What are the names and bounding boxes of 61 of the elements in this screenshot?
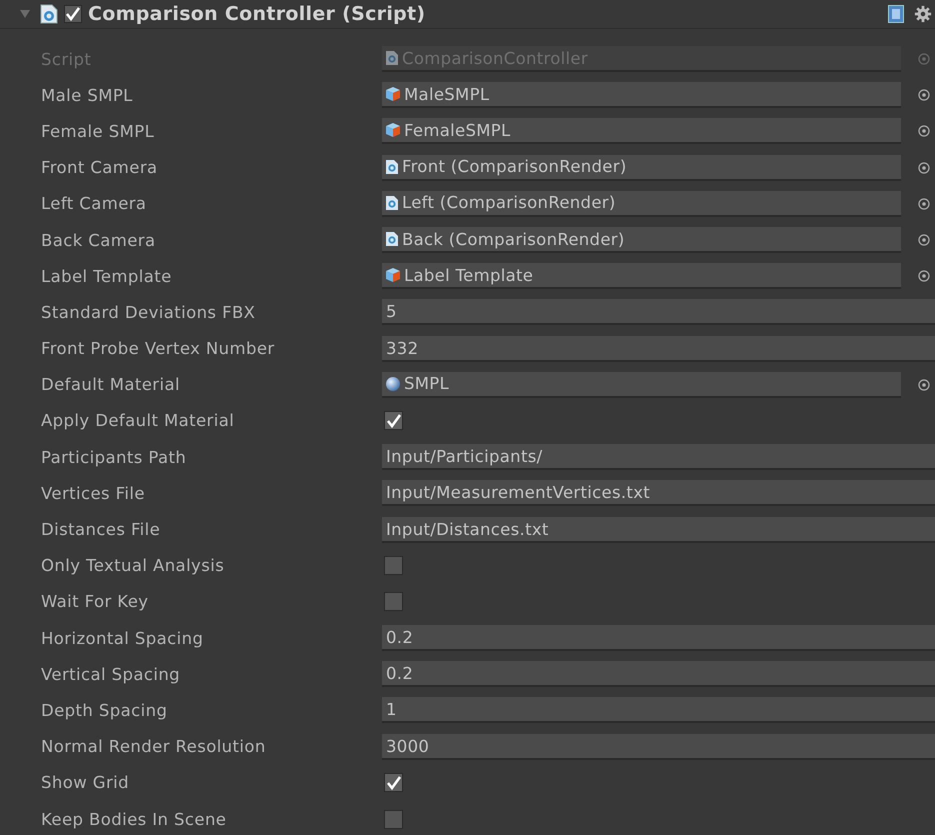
component-title: Comparison Controller (Script) bbox=[88, 3, 426, 25]
input-field[interactable]: Input/Participants/ bbox=[382, 444, 935, 470]
field-label: Apply Default Material bbox=[40, 411, 236, 430]
field-label: Normal Render Resolution bbox=[40, 737, 267, 756]
object-field[interactable]: MaleSMPL bbox=[382, 82, 901, 108]
input-field[interactable]: 0.2 bbox=[382, 625, 935, 652]
object-picker-icon[interactable] bbox=[918, 270, 930, 282]
field-label: Show Grid bbox=[40, 773, 130, 792]
checkbox[interactable] bbox=[384, 592, 403, 612]
object-field[interactable]: SMPL bbox=[382, 372, 901, 398]
field-label: Front Probe Vertex Number bbox=[40, 339, 276, 358]
object-picker-icon[interactable] bbox=[918, 234, 930, 246]
input-field[interactable]: 332 bbox=[382, 336, 935, 362]
script-icon bbox=[385, 158, 399, 175]
input-field[interactable]: Input/MeasurementVertices.txt bbox=[382, 480, 935, 506]
cube-icon bbox=[385, 122, 401, 138]
field-label: Front Camera bbox=[40, 158, 159, 178]
script-icon bbox=[40, 4, 58, 24]
field-label: Default Material bbox=[40, 375, 181, 394]
field-label: Female SMPL bbox=[40, 122, 156, 141]
field-label: Participants Path bbox=[40, 448, 188, 467]
input-field[interactable]: 3000 bbox=[382, 734, 935, 760]
script-icon bbox=[385, 194, 399, 211]
field-label: Standard Deviations FBX bbox=[40, 302, 256, 322]
field-label: Script bbox=[40, 50, 92, 69]
field-label: Only Textual Analysis bbox=[40, 556, 226, 576]
checkbox[interactable] bbox=[384, 556, 403, 576]
cube-icon bbox=[385, 86, 401, 102]
object-field[interactable]: FemaleSMPL bbox=[382, 118, 901, 144]
field-label: Vertices File bbox=[40, 484, 146, 503]
object-field[interactable]: Front (ComparisonRender) bbox=[382, 154, 901, 181]
enabled-checkbox[interactable] bbox=[64, 5, 82, 23]
field-label: Distances File bbox=[40, 520, 162, 540]
object-picker-icon[interactable] bbox=[918, 378, 930, 391]
checkbox[interactable] bbox=[384, 773, 403, 792]
checkbox[interactable] bbox=[384, 810, 403, 829]
cube-icon bbox=[385, 267, 401, 284]
field-label: Left Camera bbox=[40, 194, 148, 214]
field-label: Male SMPL bbox=[40, 86, 134, 105]
input-field[interactable]: Input/Distances.txt bbox=[382, 516, 935, 543]
script-icon bbox=[385, 50, 399, 66]
field-label: Horizontal Spacing bbox=[40, 628, 204, 648]
object-picker-icon[interactable] bbox=[918, 198, 930, 210]
input-field[interactable]: 5 bbox=[382, 299, 935, 326]
checkbox[interactable] bbox=[384, 411, 403, 430]
sphere-icon bbox=[385, 376, 401, 392]
field-label: Label Template bbox=[40, 266, 173, 286]
object-picker-icon[interactable] bbox=[918, 89, 930, 102]
field-label: Keep Bodies In Scene bbox=[40, 810, 228, 829]
field-label: Wait For Key bbox=[40, 592, 150, 612]
object-picker-icon[interactable] bbox=[918, 125, 930, 138]
script-icon bbox=[385, 231, 399, 248]
input-field[interactable]: 0.2 bbox=[382, 661, 935, 688]
object-field[interactable]: Left (ComparisonRender) bbox=[382, 190, 901, 217]
object-field[interactable]: Back (ComparisonRender) bbox=[382, 227, 901, 254]
field-label: Depth Spacing bbox=[40, 700, 168, 720]
field-label: Vertical Spacing bbox=[40, 664, 182, 684]
object-picker-icon[interactable] bbox=[918, 162, 930, 174]
input-field[interactable]: 1 bbox=[382, 697, 935, 724]
field-label: Back Camera bbox=[40, 230, 156, 250]
object-field[interactable]: Label Template bbox=[382, 263, 901, 290]
